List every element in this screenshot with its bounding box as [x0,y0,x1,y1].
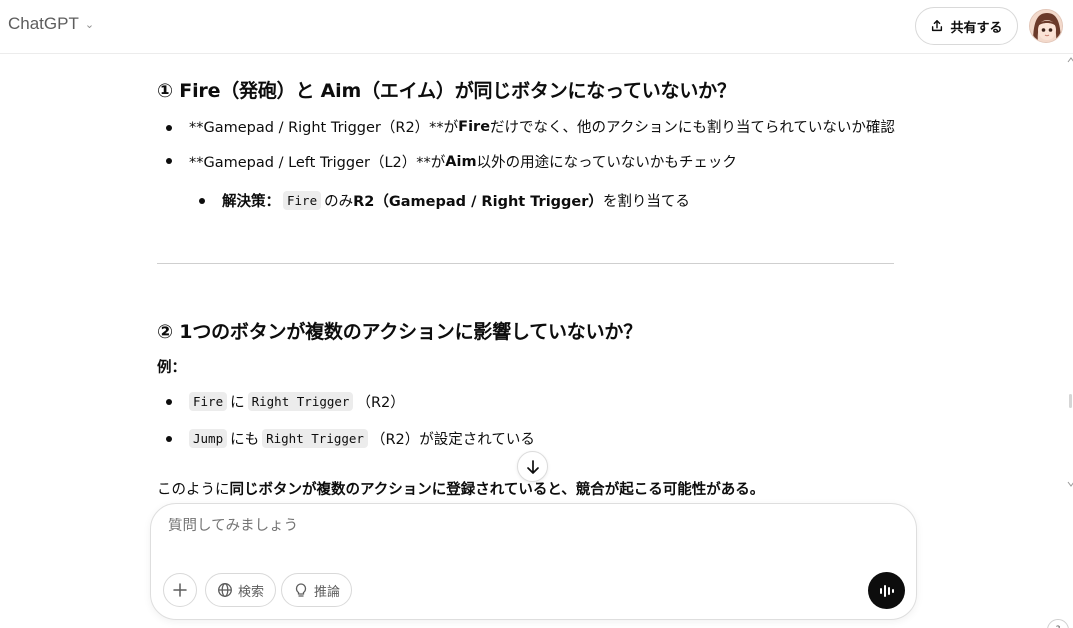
voice-mode-button[interactable] [868,572,905,609]
list-bold: Fire [458,118,491,135]
plus-icon [173,583,187,597]
scrollbar[interactable] [1066,54,1073,628]
list-item: **Gamepad / Right Trigger（R2）**が Fire だけ… [189,116,895,137]
voice-waveform-icon [879,584,894,597]
divider [157,263,894,264]
list-text: にも [230,432,260,448]
list-text: （R2） [356,395,405,411]
bullet [166,399,172,405]
reason-button[interactable]: 推論 [281,573,353,607]
section2-heading: ② 1つのボタンが複数のアクションに影響していないか？ [157,321,643,343]
section1-heading: ① Fire（発砲）と Aim（エイム）が同じボタンになっていないか？ [157,80,736,102]
list-text: **Gamepad / Right Trigger（R2）**が [189,120,459,136]
inline-code: Fire [189,392,228,411]
list-text: を割り当てる [602,194,690,210]
list-item: **Gamepad / Left Trigger（L2）**が Aim 以外の用… [189,151,737,172]
globe-icon [218,583,232,597]
inline-code: Right Trigger [262,429,368,448]
bullet [166,436,172,442]
list-text: **Gamepad / Left Trigger（L2）**が [189,155,446,171]
reason-label: 推論 [314,584,341,600]
list-bold: R2（Gamepad / Right Trigger） [353,194,603,210]
chevron-down-icon: ⌄ [84,18,95,31]
search-button[interactable]: 検索 [205,573,277,607]
list-bold: Aim [445,153,477,170]
top-bar: ChatGPT ⌄ 共有する [0,0,1073,54]
share-label: 共有する [950,20,1003,36]
inline-code: Right Trigger [247,392,354,411]
search-label: 検索 [238,584,265,600]
list-item: Jump にも Right Trigger （R2）が設定されている [189,428,535,449]
list-text: のみ [324,194,354,210]
message-composer: 検索 推論 [150,503,917,620]
bullet [166,158,172,164]
attach-button[interactable] [163,573,197,607]
list-text: （R2）が設定されている [370,432,535,448]
example-label: 例： [157,360,186,376]
model-name: ChatGPT [8,14,79,33]
prompt-input[interactable] [168,518,868,534]
list-text: 以外の用途になっていないかもチェック [476,155,737,171]
para-bold: 同じボタンが複数のアクションに登録されていると、競合が起こる可能性がある。 [229,482,765,498]
inline-code: Jump [189,429,228,448]
scrollbar-track [1067,57,1073,487]
list-text: だけでなく、他のアクションにも割り当てられていないか確認 [490,120,895,136]
conversation-area: ① Fire（発砲）と Aim（エイム）が同じボタンになっていないか？ **Ga… [0,54,1073,504]
sub-list-item: 解決策： Fire のみ R2（Gamepad / Right Trigger）… [222,190,690,211]
bullet [199,198,205,204]
para-text: このように [157,482,230,498]
upload-icon [932,20,943,32]
avatar-image [1030,10,1062,42]
summary-paragraph: このように同じボタンが複数のアクションに登録されていると、競合が起こる可能性があ… [157,478,764,499]
user-avatar[interactable] [1029,9,1063,43]
solution-label: 解決策： [222,194,280,210]
inline-code: Fire [283,191,322,210]
lightbulb-icon [295,583,307,597]
bullet [166,125,172,131]
scroll-to-bottom-button[interactable] [517,451,548,482]
model-selector[interactable]: ChatGPT ⌄ [8,14,94,34]
share-button[interactable]: 共有する [915,7,1018,45]
list-text: に [230,395,245,411]
list-item: Fire に Right Trigger （R2） [189,391,405,412]
arrow-down-icon [526,459,539,474]
